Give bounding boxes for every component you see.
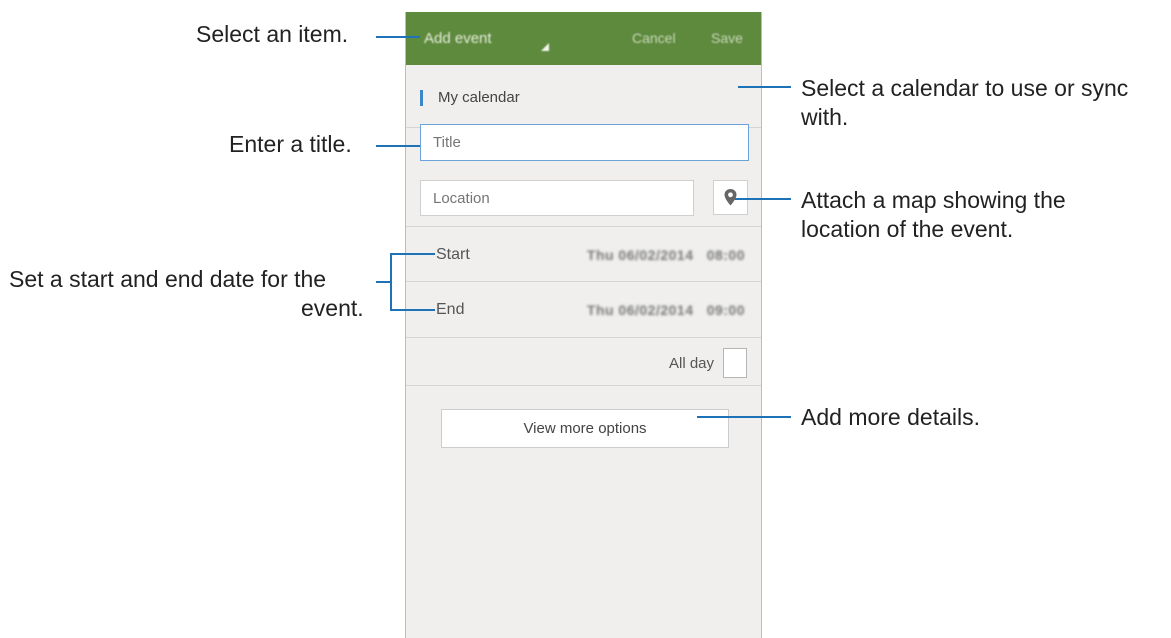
save-button[interactable]: Save bbox=[711, 12, 743, 65]
callout-bracket bbox=[390, 253, 392, 311]
callout-set-dates-line2: event. bbox=[301, 295, 364, 321]
callout-line bbox=[376, 145, 420, 147]
end-label: End bbox=[436, 301, 465, 318]
divider bbox=[406, 337, 761, 338]
cancel-button[interactable]: Cancel bbox=[632, 12, 676, 65]
dropdown-triangle-icon bbox=[541, 43, 549, 51]
callout-line bbox=[390, 309, 435, 311]
callout-calendar-line1: Select a calendar to use or sync bbox=[801, 75, 1129, 101]
all-day-label: All day bbox=[669, 355, 715, 372]
action-bar: Add event Cancel Save bbox=[406, 12, 761, 65]
divider bbox=[406, 385, 761, 386]
callout-calendar-line2: with. bbox=[801, 104, 849, 130]
phone-screen: Add event Cancel Save My calendar Start … bbox=[405, 12, 762, 638]
all-day-checkbox[interactable] bbox=[723, 348, 747, 378]
calendar-label: My calendar bbox=[438, 89, 520, 106]
end-datetime[interactable]: Thu 06/02/2014 09:00 bbox=[587, 302, 745, 318]
callout-select-item: Select an item. bbox=[196, 21, 349, 47]
location-input[interactable] bbox=[420, 180, 694, 216]
divider bbox=[406, 281, 761, 282]
start-label: Start bbox=[436, 246, 470, 263]
end-date: Thu 06/02/2014 bbox=[586, 302, 694, 318]
callout-line bbox=[738, 86, 791, 88]
callout-line bbox=[735, 198, 791, 200]
spinner-label: Add event bbox=[424, 30, 492, 47]
callout-line bbox=[697, 416, 791, 418]
calendar-color-indicator bbox=[420, 90, 423, 106]
end-time: 09:00 bbox=[706, 302, 745, 318]
divider bbox=[406, 226, 761, 227]
callout-map-line1: Attach a map showing the bbox=[801, 187, 1066, 213]
calendar-selector[interactable]: My calendar bbox=[406, 65, 761, 128]
callout-set-dates-line1: Set a start and end date for the bbox=[9, 266, 327, 292]
callout-map-line2: location of the event. bbox=[801, 216, 1014, 242]
callout-more-details: Add more details. bbox=[801, 404, 980, 430]
callout-line bbox=[390, 253, 435, 255]
start-date: Thu 06/02/2014 bbox=[586, 247, 694, 263]
start-time: 08:00 bbox=[706, 247, 745, 263]
callout-enter-title: Enter a title. bbox=[229, 131, 352, 157]
view-more-options-button[interactable]: View more options bbox=[441, 409, 729, 448]
title-input[interactable] bbox=[420, 124, 749, 161]
add-event-spinner[interactable]: Add event bbox=[424, 12, 549, 65]
callout-line bbox=[376, 36, 420, 38]
start-datetime[interactable]: Thu 06/02/2014 08:00 bbox=[587, 247, 745, 263]
